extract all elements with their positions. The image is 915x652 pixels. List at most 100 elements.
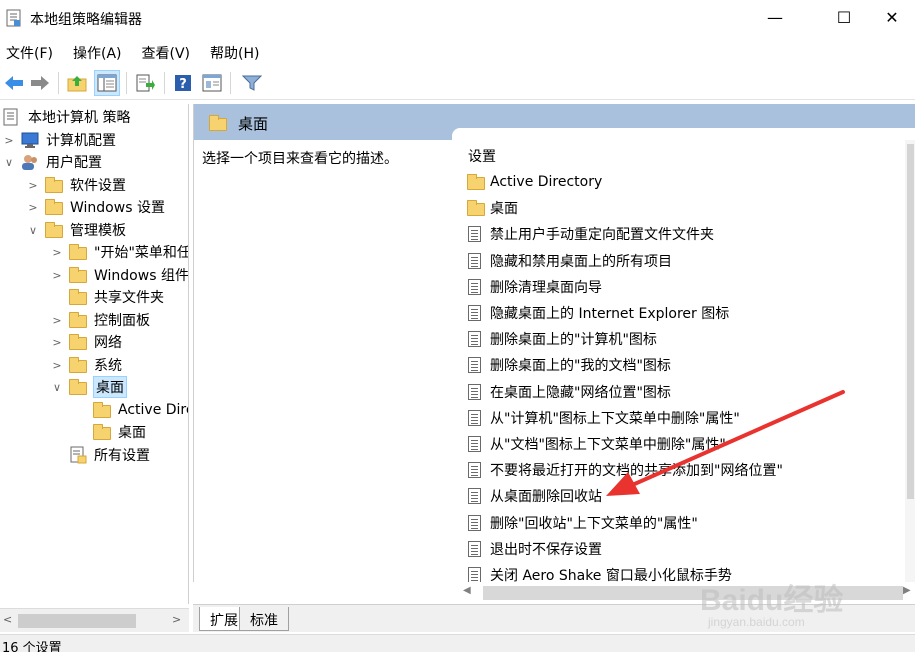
minimize-button[interactable]: — (752, 0, 798, 34)
list-item-setting[interactable]: 退出时不保存设置 (466, 537, 602, 561)
policy-setting-icon (466, 278, 484, 296)
list-item-setting[interactable]: 不要将最近打开的文档的共享添加到"网络位置" (466, 458, 783, 482)
list-item-setting[interactable]: 在桌面上隐藏"网络位置"图标 (466, 380, 671, 404)
folder-icon (208, 114, 228, 131)
scroll-left-icon[interactable]: ◀ (463, 585, 471, 596)
tree-node-start-menu[interactable]: > "开始"菜单和任 (50, 241, 189, 263)
tree-node-desktop[interactable]: ∨ 桌面 (50, 376, 127, 398)
forward-button[interactable] (28, 71, 52, 95)
folder-icon (68, 266, 88, 284)
scroll-right-icon[interactable]: > (172, 613, 181, 626)
list-item-setting[interactable]: 禁止用户手动重定向配置文件文件夹 (466, 222, 714, 246)
tree-node-computer-config[interactable]: > 计算机配置 (2, 129, 116, 151)
menu-action[interactable]: 操作(A) (66, 38, 129, 66)
folder-icon (68, 243, 88, 261)
list-item-folder[interactable]: 桌面 (466, 196, 518, 220)
chevron-right-icon[interactable]: > (50, 246, 64, 259)
tree-label: 软件设置 (70, 178, 126, 194)
tree-node-admin-templates[interactable]: ∨ 管理模板 (26, 219, 126, 241)
tree-node-shared-folders[interactable]: 共享文件夹 (50, 286, 164, 308)
tree-node-software-settings[interactable]: > 软件设置 (26, 174, 126, 196)
properties-icon (202, 74, 222, 92)
policy-document-icon (2, 108, 22, 126)
forward-arrow-icon (31, 76, 49, 90)
tree-node-active-directory[interactable]: Active Directory (74, 399, 188, 421)
list-item-label: 从"计算机"图标上下文菜单中删除"属性" (490, 410, 740, 427)
chevron-right-icon[interactable]: > (50, 336, 64, 349)
chevron-down-icon[interactable]: ∨ (50, 381, 64, 394)
chevron-down-icon[interactable]: ∨ (26, 224, 40, 237)
tree-node-system[interactable]: > 系统 (50, 354, 122, 376)
list-item-folder[interactable]: Active Directory (466, 170, 602, 194)
tree-label: 本地计算机 策略 (28, 110, 131, 126)
policy-setting-icon (466, 304, 484, 322)
scrollbar-thumb[interactable] (907, 144, 914, 499)
list-item-setting[interactable]: 删除清理桌面向导 (466, 275, 602, 299)
chevron-right-icon[interactable]: > (26, 201, 40, 214)
close-button[interactable]: ✕ (869, 0, 915, 34)
tree-node-user-config[interactable]: ∨ 用户配置 (2, 151, 102, 173)
maximize-button[interactable]: ☐ (821, 0, 867, 34)
policy-setting-icon (466, 461, 484, 479)
tree-node-windows-settings[interactable]: > Windows 设置 (26, 196, 165, 218)
list-item-setting[interactable]: 从桌面删除回收站 (466, 484, 602, 508)
list-item-setting[interactable]: 从"计算机"图标上下文菜单中删除"属性" (466, 406, 740, 430)
toolbar-separator (58, 72, 59, 94)
policy-editor-icon (6, 9, 21, 27)
policy-setting-icon (466, 225, 484, 243)
scrollbar-thumb[interactable] (18, 614, 136, 628)
export-list-button[interactable] (133, 71, 157, 95)
back-button[interactable] (2, 71, 26, 95)
chevron-down-icon[interactable]: ∨ (2, 156, 16, 169)
list-item-setting[interactable]: 删除"回收站"上下文菜单的"属性" (466, 511, 698, 535)
show-hide-tree-button[interactable] (94, 70, 120, 96)
list-item-label: 桌面 (490, 201, 518, 218)
chevron-right-icon[interactable]: > (26, 179, 40, 192)
tree-label: "开始"菜单和任 (94, 245, 189, 261)
list-item-label: 删除清理桌面向导 (490, 279, 602, 296)
tree-node-windows-components[interactable]: > Windows 组件 (50, 264, 188, 286)
folder-icon (68, 311, 88, 329)
tree-label: 所有设置 (94, 448, 150, 464)
chevron-right-icon[interactable]: > (2, 134, 16, 147)
chevron-right-icon[interactable]: > (50, 269, 64, 282)
list-item-setting[interactable]: 删除桌面上的"计算机"图标 (466, 327, 657, 351)
list-item-label: 不要将最近打开的文档的共享添加到"网络位置" (490, 463, 783, 480)
vertical-scrollbar[interactable] (905, 140, 915, 604)
list-item-setting[interactable]: 隐藏桌面上的 Internet Explorer 图标 (466, 301, 729, 325)
toolbar-separator (126, 72, 127, 94)
tree-node-root[interactable]: 本地计算机 策略 (2, 106, 130, 128)
list-item-label: 删除桌面上的"计算机"图标 (490, 332, 657, 349)
tree-node-all-settings[interactable]: 所有设置 (50, 444, 150, 466)
policy-setting-icon (466, 435, 484, 453)
list-item-setting[interactable]: 隐藏和禁用桌面上的所有项目 (466, 249, 672, 273)
tab-standard[interactable]: 标准 (239, 607, 289, 631)
policy-setting-icon (466, 487, 484, 505)
tree-node-desktop-sub[interactable]: 桌面 (74, 421, 146, 443)
column-header-settings[interactable]: 设置 (468, 146, 496, 166)
chevron-right-icon[interactable]: > (50, 359, 64, 372)
folder-icon (44, 198, 64, 216)
folder-icon (92, 401, 112, 419)
baidu-watermark: Baidu经验 jingyan.baidu.com (700, 575, 910, 645)
scroll-left-icon[interactable]: < (3, 613, 12, 626)
help-button[interactable]: ? (171, 71, 195, 95)
filter-button[interactable] (240, 71, 264, 95)
tree-node-network[interactable]: > 网络 (50, 331, 122, 353)
list-item-label: 禁止用户手动重定向配置文件文件夹 (490, 227, 714, 244)
menu-view[interactable]: 查看(V) (135, 38, 198, 66)
description-text: 选择一个项目来查看它的描述。 (202, 151, 398, 167)
tree-label: 计算机配置 (46, 133, 116, 149)
chevron-right-icon[interactable]: > (50, 314, 64, 327)
computer-icon (20, 131, 40, 149)
menu-file[interactable]: 文件(F) (0, 38, 60, 66)
show-hide-tree-icon (97, 74, 117, 92)
list-item-setting[interactable]: 从"文档"图标上下文菜单中删除"属性" (466, 432, 726, 456)
tree-node-control-panel[interactable]: > 控制面板 (50, 309, 150, 331)
menu-help[interactable]: 帮助(H) (203, 38, 266, 66)
toolbar: ? (0, 66, 915, 100)
properties-button[interactable] (200, 71, 224, 95)
list-item-setting[interactable]: 删除桌面上的"我的文档"图标 (466, 353, 671, 377)
up-level-button[interactable] (65, 71, 89, 95)
tree-horizontal-scrollbar[interactable]: < > (0, 608, 189, 632)
